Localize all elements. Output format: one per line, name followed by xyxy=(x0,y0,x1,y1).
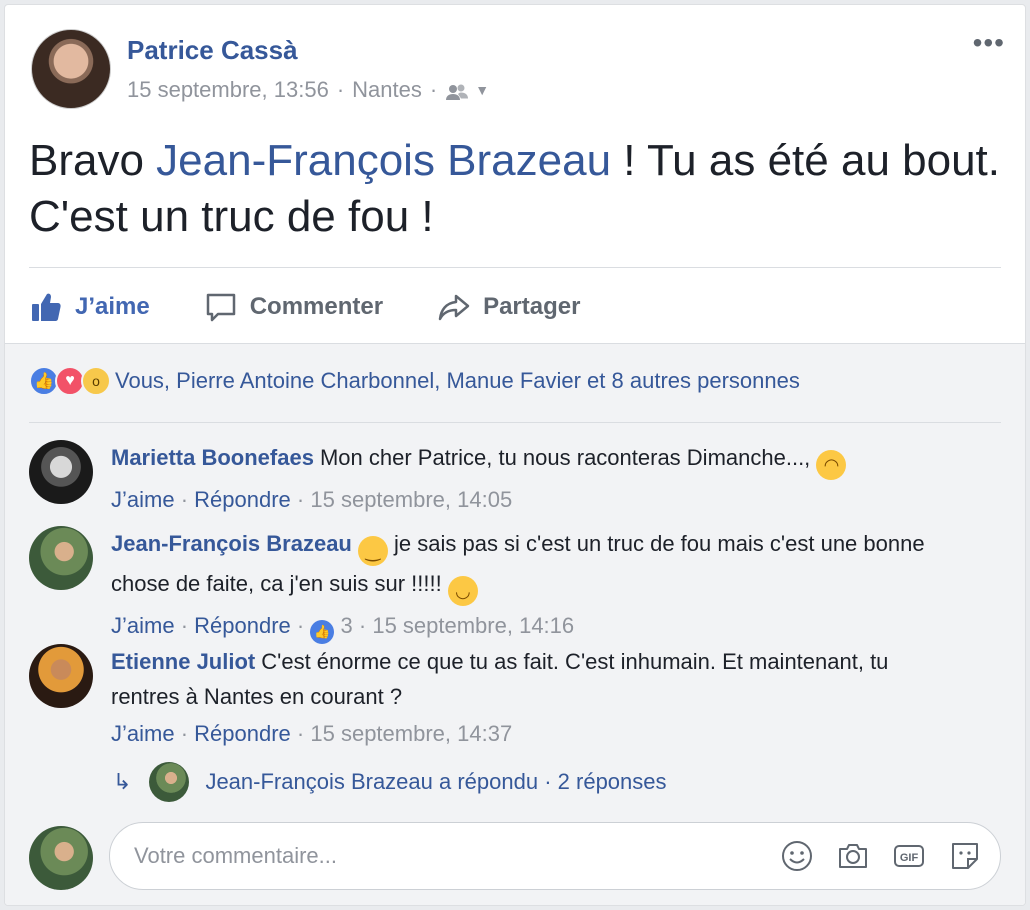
avatar[interactable] xyxy=(29,440,93,504)
laughing-emoji-icon: ◡ xyxy=(447,576,478,606)
friends-icon[interactable] xyxy=(445,81,469,100)
comment-item: Jean-François Brazeau ‿ je sais pas si c'… xyxy=(29,526,1001,644)
comment-item: Etienne Juliot C'est énorme ce que tu as … xyxy=(29,644,1001,754)
separator: · xyxy=(538,769,558,794)
comments-section: 👍 ♥ o Vous, Pierre Antoine Charbonnel, M… xyxy=(5,343,1025,905)
post-location[interactable]: Nantes xyxy=(352,77,422,103)
comment-reply-link[interactable]: Répondre xyxy=(194,721,291,746)
comment-time[interactable]: 15 septembre, 14:37 xyxy=(310,721,512,746)
thumbs-up-icon xyxy=(32,293,61,321)
comment-composer: GIF xyxy=(109,822,1001,890)
comment-text: Mon cher Patrice, tu nous raconteras Dim… xyxy=(319,445,811,470)
share-button[interactable]: Partager xyxy=(437,290,580,324)
wow-reaction-icon: o xyxy=(81,366,111,396)
avatar xyxy=(149,762,190,802)
post-card: Patrice Cassà 15 septembre, 13:56 · Nant… xyxy=(4,4,1026,906)
post-timestamp[interactable]: 15 septembre, 13:56 xyxy=(127,77,329,103)
comment-input[interactable] xyxy=(134,843,734,869)
avatar xyxy=(29,826,93,890)
sticker-icon[interactable] xyxy=(948,839,982,873)
comment-time[interactable]: 15 septembre, 14:16 xyxy=(372,613,574,638)
share-icon xyxy=(438,294,470,321)
author-avatar[interactable] xyxy=(31,29,111,109)
avatar[interactable] xyxy=(29,644,93,708)
reply-thread-text: Jean-François Brazeau a répondu xyxy=(205,769,539,794)
post-actions: J’aime Commenter Partager xyxy=(29,279,634,335)
separator: · xyxy=(180,721,195,746)
separator: · xyxy=(296,487,311,512)
share-label: Partager xyxy=(483,293,581,320)
more-dots-icon[interactable]: ••• xyxy=(973,29,1005,57)
comment-like-link[interactable]: J’aime xyxy=(111,613,175,638)
comment-like-link[interactable]: J’aime xyxy=(111,721,175,746)
comment-reply-link[interactable]: Répondre xyxy=(194,487,291,512)
separator: · xyxy=(296,721,311,746)
reply-arrow-icon: ↳ xyxy=(113,769,132,794)
comment-links: J’aime · Répondre · 15 septembre, 14:37 xyxy=(111,716,961,751)
separator: · xyxy=(296,613,311,638)
divider xyxy=(29,422,1001,423)
smiling-emoji-icon: ‿ xyxy=(357,536,388,566)
comment-author[interactable]: Marietta Boonefaes xyxy=(111,445,314,470)
comment-like-link[interactable]: J’aime xyxy=(111,487,175,512)
like-button[interactable]: J’aime xyxy=(29,290,150,324)
post-text: Bravo Jean-François Brazeau ! Tu as été … xyxy=(29,133,1009,245)
comment-links: J’aime · Répondre · 👍 3 · 15 septembre, … xyxy=(111,608,961,644)
comment-author[interactable]: Jean-François Brazeau xyxy=(111,531,352,556)
comment-time[interactable]: 15 septembre, 14:05 xyxy=(310,487,512,512)
reaction-icons: 👍 ♥ o xyxy=(29,366,111,396)
comment-author[interactable]: Etienne Juliot xyxy=(111,649,255,674)
divider xyxy=(29,267,1001,268)
camera-icon[interactable] xyxy=(836,839,870,873)
separator: · xyxy=(358,613,373,638)
separator: · xyxy=(180,487,195,512)
emoji-icon[interactable] xyxy=(780,839,814,873)
reply-thread-link[interactable]: ↳ Jean-François Brazeau a répondu · 2 ré… xyxy=(113,762,667,802)
comment-reply-link[interactable]: Répondre xyxy=(194,613,291,638)
like-label: J’aime xyxy=(75,293,150,320)
gif-icon[interactable]: GIF xyxy=(892,839,926,873)
comment-links: J’aime · Répondre · 15 septembre, 14:05 xyxy=(111,482,961,517)
chevron-down-icon[interactable]: ▼ xyxy=(475,82,489,98)
meta-separator: · xyxy=(429,77,438,102)
comment-item: Marietta Boonefaes Mon cher Patrice, tu n… xyxy=(29,440,1001,520)
reply-count: 2 réponses xyxy=(557,769,667,794)
svg-text:GIF: GIF xyxy=(900,852,919,864)
post-text-before: Bravo xyxy=(29,136,157,185)
comment-like-count[interactable]: 3 xyxy=(341,613,353,638)
like-count-icon[interactable]: 👍 xyxy=(310,620,335,644)
author-name[interactable]: Patrice Cassà xyxy=(127,35,298,66)
comment-icon xyxy=(206,293,235,322)
avatar[interactable] xyxy=(29,526,93,590)
comment-body: Jean-François Brazeau ‿ je sais pas si c'… xyxy=(111,526,961,644)
comment-button[interactable]: Commenter xyxy=(204,290,383,324)
composer-icons: GIF xyxy=(780,839,982,873)
reactions-text: Vous, Pierre Antoine Charbonnel, Manue F… xyxy=(115,368,800,393)
post-meta: 15 septembre, 13:56 · Nantes · ▼ xyxy=(127,77,489,103)
post-header: Patrice Cassà 15 septembre, 13:56 · Nant… xyxy=(5,5,1025,125)
separator: · xyxy=(180,613,195,638)
post-mention[interactable]: Jean-François Brazeau xyxy=(156,136,611,185)
comment-body: Marietta Boonefaes Mon cher Patrice, tu n… xyxy=(111,440,961,517)
reactions-summary[interactable]: 👍 ♥ o Vous, Pierre Antoine Charbonnel, M… xyxy=(29,366,800,396)
comment-label: Commenter xyxy=(249,293,384,320)
smirk-emoji-icon: ◠ xyxy=(816,450,847,480)
meta-separator: · xyxy=(336,77,345,102)
comment-body: Etienne Juliot C'est énorme ce que tu as … xyxy=(111,644,961,751)
